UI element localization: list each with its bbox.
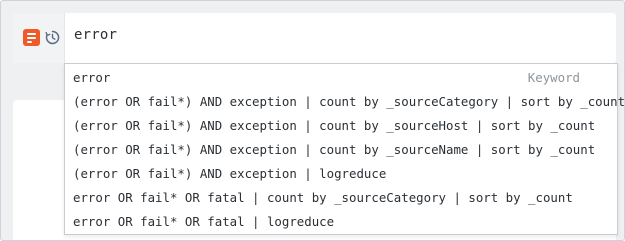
suggestion-text: (error OR fail*) AND exception | count b… xyxy=(73,118,596,133)
search-mode-box xyxy=(13,13,65,63)
search-bar: error xyxy=(13,13,616,63)
suggestion-text: error OR fail* OR fatal | logreduce xyxy=(73,214,335,229)
suggestion-item[interactable]: (error OR fail*) AND exception | logredu… xyxy=(73,162,613,186)
suggestion-text: error OR fail* OR fatal | count by _sour… xyxy=(73,190,573,205)
suggestion-text: (error OR fail*) AND exception | count b… xyxy=(73,142,596,157)
search-input[interactable]: error xyxy=(74,27,117,43)
suggestion-item[interactable]: error OR fail* OR fatal | logreduce xyxy=(73,210,613,234)
suggestion-text: (error OR fail*) AND exception | logredu… xyxy=(73,166,387,181)
suggestion-item[interactable]: error Keyword xyxy=(73,66,613,90)
suggestion-item[interactable]: (error OR fail*) AND exception | count b… xyxy=(73,114,613,138)
suggestion-item[interactable]: (error OR fail*) AND exception | count b… xyxy=(73,138,613,162)
window-frame: error error Keyword (error OR fail*) AND… xyxy=(0,0,625,241)
suggestion-text: error xyxy=(73,70,111,85)
history-icon[interactable] xyxy=(44,29,61,46)
suggestion-type-label: Keyword xyxy=(527,70,580,85)
log-search-icon[interactable] xyxy=(23,29,40,46)
suggestion-dropdown: error Keyword (error OR fail*) AND excep… xyxy=(64,63,624,235)
suggestion-text: (error OR fail*) AND exception | count b… xyxy=(73,94,625,109)
suggestion-item[interactable]: (error OR fail*) AND exception | count b… xyxy=(73,90,624,114)
suggestion-item[interactable]: error OR fail* OR fatal | count by _sour… xyxy=(73,186,613,210)
